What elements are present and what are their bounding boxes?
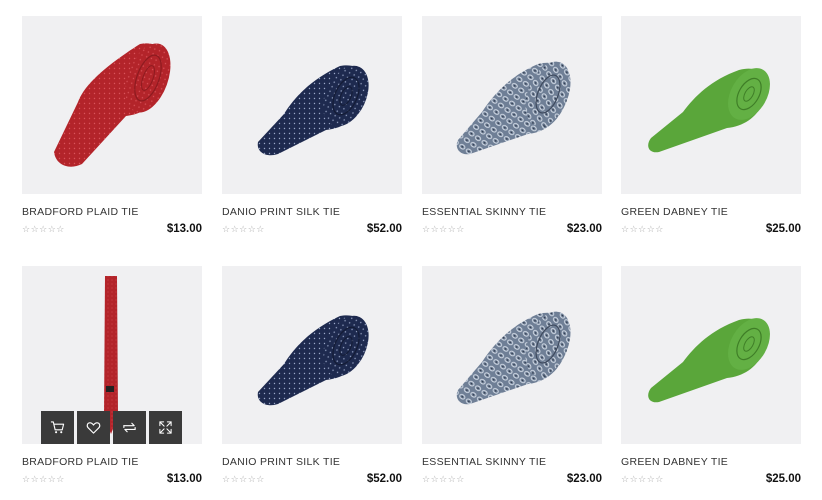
- product-image[interactable]: [621, 266, 801, 444]
- product-image[interactable]: [22, 266, 202, 444]
- product-card[interactable]: GREEN DABNEY TIE ☆☆☆☆☆ $25.00: [621, 16, 801, 238]
- rating-stars: ☆☆☆☆☆: [222, 474, 265, 484]
- green-tie-image: [648, 318, 770, 403]
- add-to-cart-button[interactable]: [41, 411, 74, 444]
- product-card[interactable]: DANIO PRINT SILK TIE ☆☆☆☆☆ $52.00: [222, 16, 402, 238]
- product-card[interactable]: BRADFORD PLAID TIE ☆☆☆☆☆ $13.00: [22, 16, 202, 238]
- rating-stars: ☆☆☆☆☆: [222, 224, 265, 234]
- product-name[interactable]: GREEN DABNEY TIE: [621, 206, 801, 218]
- navy-tie-image: [257, 65, 369, 156]
- rating-stars: ☆☆☆☆☆: [422, 474, 465, 484]
- heart-icon: [86, 422, 101, 434]
- product-card[interactable]: GREEN DABNEY TIE ☆☆☆☆☆ $25.00: [621, 266, 801, 488]
- green-tie-image: [648, 68, 770, 153]
- product-image[interactable]: [22, 16, 202, 194]
- product-card[interactable]: DANIO PRINT SILK TIE ☆☆☆☆☆ $52.00: [222, 266, 402, 488]
- rating-stars: ☆☆☆☆☆: [22, 474, 65, 484]
- rating-stars: ☆☆☆☆☆: [22, 224, 65, 234]
- cart-icon: [50, 421, 65, 434]
- rating-stars: ☆☆☆☆☆: [422, 224, 465, 234]
- product-price: $52.00: [366, 223, 402, 235]
- product-name[interactable]: ESSENTIAL SKINNY TIE: [422, 456, 602, 468]
- product-image[interactable]: [222, 266, 402, 444]
- product-price: $23.00: [566, 223, 602, 235]
- quick-view-button[interactable]: [149, 411, 182, 444]
- product-image[interactable]: [422, 266, 602, 444]
- expand-icon: [159, 421, 172, 434]
- compare-icon: [123, 422, 136, 433]
- product-price: $23.00: [566, 473, 602, 485]
- compare-button[interactable]: [113, 411, 146, 444]
- rating-stars: ☆☆☆☆☆: [621, 224, 664, 234]
- patterned-tie-image: [456, 61, 571, 155]
- product-name[interactable]: BRADFORD PLAID TIE: [22, 206, 202, 218]
- rating-stars: ☆☆☆☆☆: [621, 474, 664, 484]
- navy-tie-image: [257, 315, 369, 406]
- patterned-tie-image: [456, 311, 571, 405]
- product-name[interactable]: BRADFORD PLAID TIE: [22, 456, 202, 468]
- product-price: $52.00: [366, 473, 402, 485]
- red-tie-image: [54, 43, 171, 167]
- product-name[interactable]: DANIO PRINT SILK TIE: [222, 456, 402, 468]
- product-price: $13.00: [166, 473, 202, 485]
- product-price: $25.00: [765, 223, 801, 235]
- product-name[interactable]: ESSENTIAL SKINNY TIE: [422, 206, 602, 218]
- product-card[interactable]: ESSENTIAL SKINNY TIE ☆☆☆☆☆ $23.00: [422, 16, 602, 238]
- product-name[interactable]: DANIO PRINT SILK TIE: [222, 206, 402, 218]
- product-image[interactable]: [222, 16, 402, 194]
- product-actions: [41, 411, 182, 444]
- wishlist-button[interactable]: [77, 411, 110, 444]
- product-image[interactable]: [621, 16, 801, 194]
- product-image[interactable]: [422, 16, 602, 194]
- product-card[interactable]: ESSENTIAL SKINNY TIE ☆☆☆☆☆ $23.00: [422, 266, 602, 488]
- product-name[interactable]: GREEN DABNEY TIE: [621, 456, 801, 468]
- product-card[interactable]: BRADFORD PLAID TIE ☆☆☆☆☆ $13.00: [22, 266, 202, 488]
- product-grid: BRADFORD PLAID TIE ☆☆☆☆☆ $13.00 DANIO PR…: [0, 0, 822, 500]
- product-price: $25.00: [765, 473, 801, 485]
- product-price: $13.00: [166, 223, 202, 235]
